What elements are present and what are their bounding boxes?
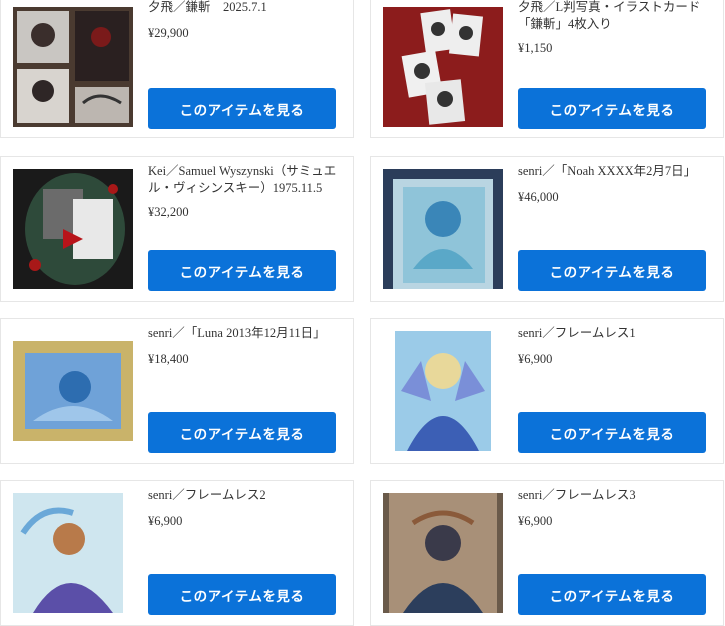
product-title[interactable]: Kei／Samuel Wyszynski（サミュエル・ヴィシンスキー）1975.… bbox=[148, 163, 348, 197]
product-card[interactable]: senri／「Luna 2013年12月11日」 ¥18,400 このアイテムを… bbox=[0, 318, 354, 464]
product-card[interactable]: senri／フレームレス3 ¥6,900 このアイテムを見る bbox=[370, 480, 724, 626]
product-price: ¥6,900 bbox=[518, 352, 553, 366]
product-price: ¥1,150 bbox=[518, 41, 553, 55]
view-item-button[interactable]: このアイテムを見る bbox=[148, 574, 336, 615]
product-price: ¥29,900 bbox=[148, 26, 189, 40]
product-card[interactable]: senri／「Noah XXXX年2月7日」 ¥46,000 このアイテムを見る bbox=[370, 156, 724, 302]
product-thumbnail[interactable] bbox=[383, 493, 503, 613]
product-thumbnail[interactable] bbox=[383, 331, 503, 451]
product-price: ¥18,400 bbox=[148, 352, 189, 366]
product-title[interactable]: senri／「Noah XXXX年2月7日」 bbox=[518, 163, 718, 180]
product-thumbnail[interactable] bbox=[13, 493, 133, 613]
view-item-button[interactable]: このアイテムを見る bbox=[148, 88, 336, 129]
product-thumbnail[interactable] bbox=[13, 169, 133, 289]
product-thumbnail[interactable] bbox=[383, 7, 503, 127]
product-price: ¥32,200 bbox=[148, 205, 189, 219]
product-title[interactable]: senri／フレームレス3 bbox=[518, 487, 718, 504]
product-price: ¥46,000 bbox=[518, 190, 559, 204]
view-item-button[interactable]: このアイテムを見る bbox=[518, 88, 706, 129]
product-card[interactable]: 夕飛／L判写真・イラストカード「鎌斬」4枚入り ¥1,150 このアイテムを見る bbox=[370, 0, 724, 138]
product-thumbnail[interactable] bbox=[13, 331, 133, 451]
product-card[interactable]: Kei／Samuel Wyszynski（サミュエル・ヴィシンスキー）1975.… bbox=[0, 156, 354, 302]
product-card[interactable]: senri／フレームレス1 ¥6,900 このアイテムを見る bbox=[370, 318, 724, 464]
view-item-button[interactable]: このアイテムを見る bbox=[518, 574, 706, 615]
product-price: ¥6,900 bbox=[518, 514, 553, 528]
product-card[interactable]: senri／フレームレス2 ¥6,900 このアイテムを見る bbox=[0, 480, 354, 626]
view-item-button[interactable]: このアイテムを見る bbox=[518, 250, 706, 291]
view-item-button[interactable]: このアイテムを見る bbox=[148, 412, 336, 453]
product-title[interactable]: 夕飛／L判写真・イラストカード「鎌斬」4枚入り bbox=[518, 0, 718, 33]
view-item-button[interactable]: このアイテムを見る bbox=[148, 250, 336, 291]
product-title[interactable]: senri／フレームレス2 bbox=[148, 487, 348, 504]
view-item-button[interactable]: このアイテムを見る bbox=[518, 412, 706, 453]
product-thumbnail[interactable] bbox=[13, 7, 133, 127]
product-title[interactable]: senri／「Luna 2013年12月11日」 bbox=[148, 325, 348, 342]
product-title[interactable]: senri／フレームレス1 bbox=[518, 325, 718, 342]
product-title[interactable]: 夕飛／鎌斬 2025.7.1 bbox=[148, 0, 348, 16]
product-price: ¥6,900 bbox=[148, 514, 183, 528]
product-card[interactable]: 夕飛／鎌斬 2025.7.1 ¥29,900 このアイテムを見る bbox=[0, 0, 354, 138]
product-thumbnail[interactable] bbox=[383, 169, 503, 289]
